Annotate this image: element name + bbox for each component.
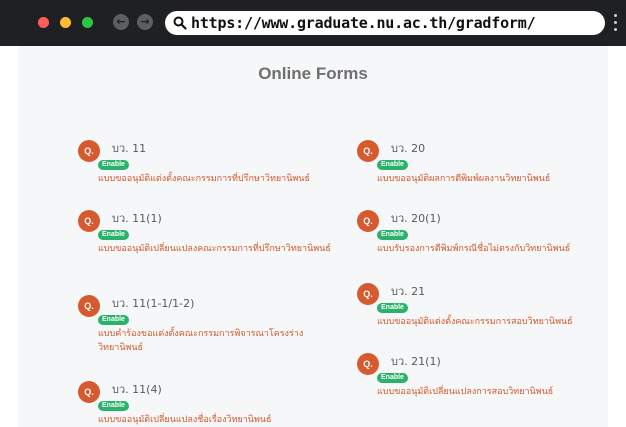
form-icon: Q. <box>78 381 100 403</box>
address-bar[interactable]: https://www.graduate.nu.ac.th/gradform/ <box>165 11 605 35</box>
arrow-left-icon: ← <box>116 15 126 28</box>
status-badge: Enable <box>377 373 408 383</box>
form-description-link[interactable]: แบบขออนุมัติเปลี่ยนแปลงคณะกรรมการที่ปรึก… <box>98 242 338 256</box>
close-window-button[interactable] <box>38 17 49 28</box>
form-icon: Q. <box>357 353 379 375</box>
arrow-right-icon: → <box>140 15 150 28</box>
form-code[interactable]: บว. 21 <box>391 282 425 300</box>
form-icon: Q. <box>78 295 100 317</box>
back-button[interactable]: ← <box>113 14 129 30</box>
browser-toolbar: ← → https://www.graduate.nu.ac.th/gradfo… <box>0 0 626 46</box>
page-title: Online Forms <box>258 64 368 83</box>
form-code[interactable]: บว. 20(1) <box>391 209 441 227</box>
form-description-link[interactable]: แบบคำร้องขอแต่งตั้งคณะกรรมการพิจารณาโครง… <box>98 327 338 355</box>
status-badge: Enable <box>98 160 129 170</box>
form-description-link[interactable]: แบบขออนุมัติผลการตีพิมพ์ผลงานวิทยานิพนธ์ <box>377 172 617 186</box>
form-icon: Q. <box>357 140 379 162</box>
status-badge: Enable <box>98 401 129 411</box>
form-code[interactable]: บว. 21(1) <box>391 352 441 370</box>
form-code[interactable]: บว. 11(1) <box>112 209 162 227</box>
form-icon: Q. <box>357 210 379 232</box>
form-code[interactable]: บว. 11 <box>112 139 146 157</box>
form-description-link[interactable]: แบบขออนุมัติเปลี่ยนแปลงการสอบวิทยานิพนธ์ <box>377 385 617 399</box>
forward-button[interactable]: → <box>137 14 153 30</box>
form-code[interactable]: บว. 11(4) <box>112 380 162 398</box>
form-icon: Q. <box>357 283 379 305</box>
form-description-link[interactable]: แบบขออนุมัติแต่งตั้งคณะกรรมการสอบวิทยานิ… <box>377 315 617 329</box>
search-icon <box>173 16 187 30</box>
form-code[interactable]: บว. 11(1-1/1-2) <box>112 294 194 312</box>
minimize-window-button[interactable] <box>60 17 71 28</box>
status-badge: Enable <box>377 303 408 313</box>
status-badge: Enable <box>98 230 129 240</box>
status-badge: Enable <box>98 315 129 325</box>
form-code[interactable]: บว. 20 <box>391 139 425 157</box>
more-options-icon[interactable] <box>614 14 618 34</box>
form-description-link[interactable]: แบบรับรองการตีพิมพ์กรณีชื่อไม่ตรงกับวิทย… <box>377 242 617 256</box>
form-icon: Q. <box>78 140 100 162</box>
status-badge: Enable <box>377 230 408 240</box>
status-badge: Enable <box>377 160 408 170</box>
maximize-window-button[interactable] <box>82 17 93 28</box>
form-description-link[interactable]: แบบขออนุมัติแต่งตั้งคณะกรรมการที่ปรึกษาว… <box>98 172 338 186</box>
url-text[interactable]: https://www.graduate.nu.ac.th/gradform/ <box>191 13 536 33</box>
form-icon: Q. <box>78 210 100 232</box>
form-description-link[interactable]: แบบขออนุมัติเปลี่ยนแปลงชื่อเรื่องวิทยานิ… <box>98 413 338 427</box>
